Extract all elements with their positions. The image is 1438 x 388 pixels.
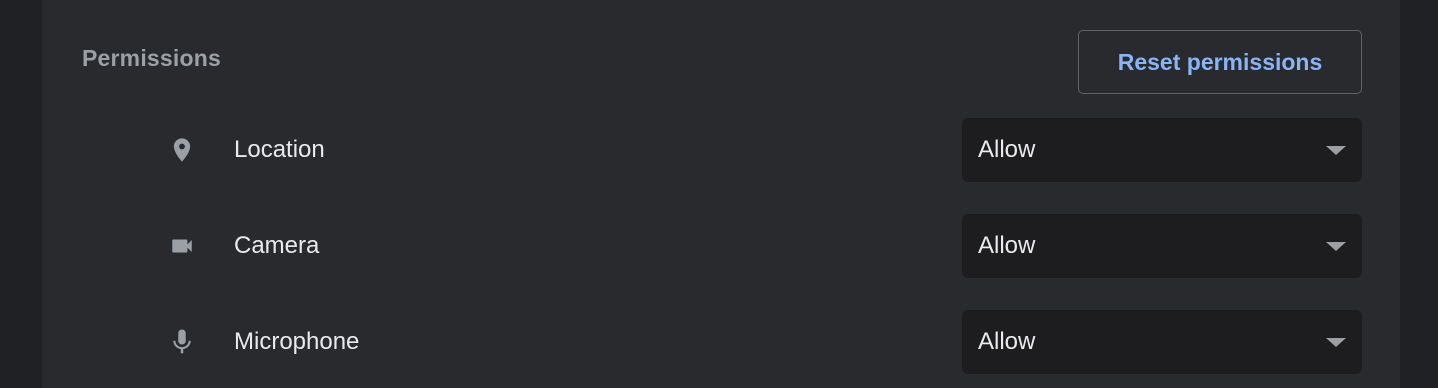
- chevron-down-icon: [1326, 338, 1346, 347]
- permission-row-camera: Camera Allow: [42, 214, 1400, 278]
- location-permission-select[interactable]: Allow: [962, 118, 1362, 182]
- permission-label: Location: [234, 136, 325, 163]
- select-value: Allow: [978, 328, 1036, 355]
- permission-row-microphone: Microphone Allow: [42, 310, 1400, 374]
- microphone-permission-select[interactable]: Allow: [962, 310, 1362, 374]
- chevron-down-icon: [1326, 242, 1346, 251]
- section-title: Permissions: [82, 45, 221, 71]
- select-value: Allow: [978, 136, 1036, 163]
- permission-label: Microphone: [234, 328, 360, 355]
- camera-permission-select[interactable]: Allow: [962, 214, 1362, 278]
- permission-label: Camera: [234, 232, 320, 259]
- permission-row-location: Location Allow: [42, 118, 1400, 182]
- select-value: Allow: [978, 232, 1036, 259]
- permissions-card: Permissions Reset permissions Location A…: [42, 0, 1400, 388]
- reset-permissions-button[interactable]: Reset permissions: [1078, 30, 1362, 94]
- video-camera-icon: [162, 230, 202, 262]
- microphone-icon: [162, 326, 202, 358]
- chevron-down-icon: [1326, 146, 1346, 155]
- location-pin-icon: [162, 134, 202, 166]
